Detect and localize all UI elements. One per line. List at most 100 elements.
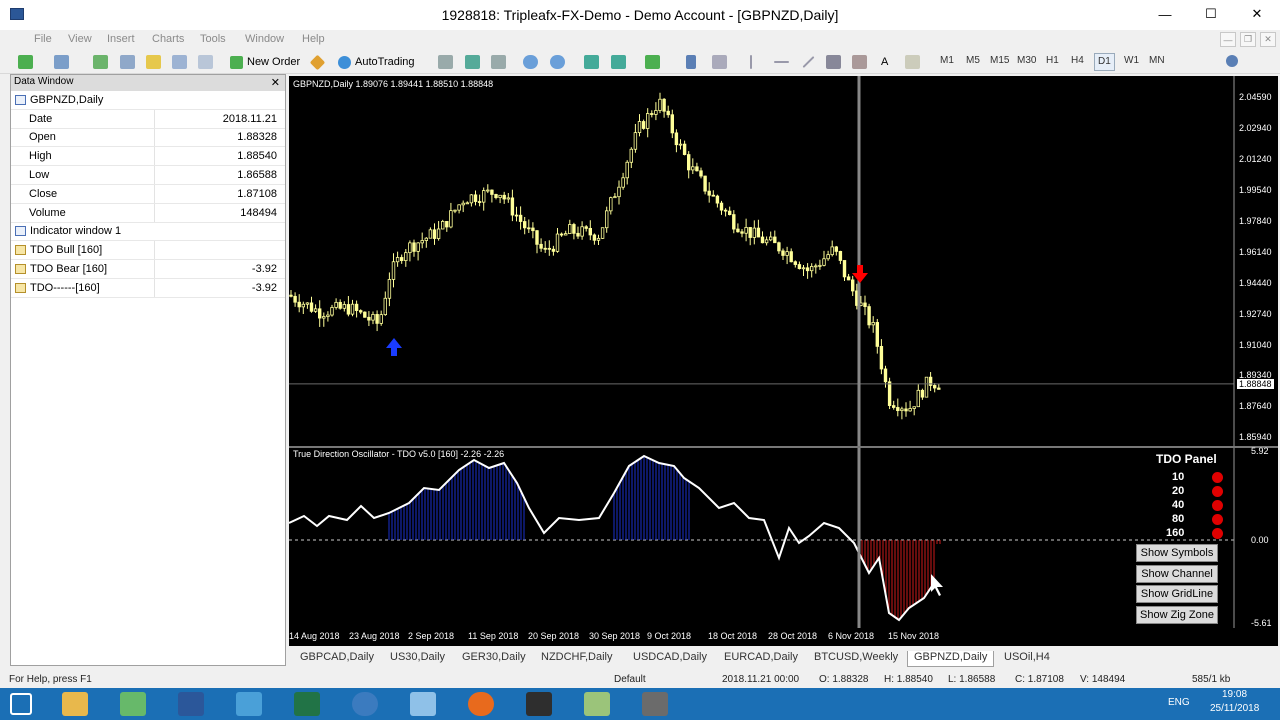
status-volume: V: 148494 [1080, 674, 1126, 685]
mdi-minimize-button[interactable]: — [1220, 32, 1236, 47]
excel-icon[interactable] [294, 692, 320, 716]
price-axis-label: 2.04590 [1239, 92, 1272, 102]
mdi-close-button[interactable]: ✕ [1260, 32, 1276, 47]
tf-m1-button[interactable]: M1 [940, 55, 954, 66]
candle-body [535, 230, 539, 245]
chart-tab[interactable]: EURCAD,Daily [724, 651, 798, 667]
line-chart-icon[interactable] [491, 55, 506, 69]
chart-tab[interactable]: USDCAD,Daily [633, 651, 707, 667]
bar-chart-icon[interactable] [438, 55, 453, 69]
price-chart[interactable]: GBPNZD,Daily 1.89076 1.89441 1.88510 1.8… [289, 76, 1278, 446]
windows-start-icon[interactable] [10, 693, 32, 715]
trendline-icon[interactable] [802, 55, 815, 69]
vertical-line-icon[interactable] [750, 55, 752, 69]
zoom-in-icon[interactable] [523, 55, 538, 69]
candle-body [494, 194, 498, 199]
autoscroll-icon[interactable] [611, 55, 626, 69]
tf-d1-button[interactable]: D1 [1094, 53, 1115, 71]
close-button[interactable]: ✕ [1234, 0, 1280, 28]
menu-help[interactable]: Help [302, 33, 325, 45]
tf-w1-button[interactable]: W1 [1124, 55, 1139, 66]
app-icon-pen[interactable] [120, 692, 146, 716]
profiles-icon[interactable] [54, 55, 69, 69]
minimize-button[interactable]: — [1142, 0, 1188, 28]
indicator-group-row[interactable]: Indicator window 1 [11, 223, 285, 242]
candle-chart-icon[interactable] [465, 55, 480, 69]
tf-mn-button[interactable]: MN [1149, 55, 1165, 66]
chart-shift-icon[interactable] [584, 55, 599, 69]
clock-date[interactable]: 25/11/2018 [1210, 703, 1259, 714]
new-chart-icon[interactable] [18, 55, 33, 69]
market-watch-icon[interactable] [93, 55, 108, 69]
menu-charts[interactable]: Charts [152, 33, 184, 45]
autotrading-button[interactable]: AutoTrading [338, 53, 415, 71]
tf-m30-button[interactable]: M30 [1017, 55, 1036, 66]
app-icon-terminal[interactable] [642, 692, 668, 716]
tf-h1-button[interactable]: H1 [1046, 55, 1059, 66]
candle-body [305, 302, 310, 305]
crosshair-icon[interactable] [712, 55, 727, 69]
candle-body [830, 246, 834, 256]
menu-file[interactable]: File [34, 33, 52, 45]
data-window-close-icon[interactable]: ✕ [271, 76, 280, 89]
text-icon[interactable]: A [881, 53, 888, 71]
tf-h4-button[interactable]: H4 [1071, 55, 1084, 66]
candle-body [867, 306, 871, 326]
new-order-button[interactable]: New Order [230, 53, 300, 71]
text-label-icon[interactable] [905, 55, 920, 69]
tf-m5-button[interactable]: M5 [966, 55, 980, 66]
calculator-icon[interactable] [410, 692, 436, 716]
indicators-icon[interactable] [645, 55, 660, 69]
menu-view[interactable]: View [68, 33, 92, 45]
file-explorer-icon[interactable] [62, 692, 88, 716]
horizontal-line-icon[interactable] [774, 61, 789, 63]
data-window-icon[interactable] [120, 55, 135, 69]
channel-icon[interactable] [826, 55, 841, 69]
tf-m15-button[interactable]: M15 [990, 55, 1009, 66]
metaeditor-icon[interactable] [309, 54, 326, 71]
chart-tab[interactable]: GER30,Daily [462, 651, 526, 667]
cursor-icon[interactable] [686, 55, 696, 69]
indicator-window-icon [15, 226, 26, 237]
symbol-group-row[interactable]: GBPNZD,Daily [11, 91, 285, 110]
candle-body [547, 247, 551, 250]
mdi-restore-button[interactable]: ❐ [1240, 32, 1256, 47]
candle-body [768, 236, 773, 241]
show-symbols-button[interactable]: Show Symbols [1136, 544, 1218, 562]
language-indicator[interactable]: ENG [1168, 697, 1190, 708]
firefox-icon[interactable] [468, 692, 494, 716]
app-icon-generic[interactable] [236, 692, 262, 716]
taskbar: ENG 19:08 25/11/2018 [0, 688, 1280, 720]
app-icon-money[interactable] [584, 692, 610, 716]
clock-time[interactable]: 19:08 [1222, 689, 1247, 700]
terminal-icon[interactable] [172, 55, 187, 69]
chart-tab[interactable]: GBPNZD,Daily [907, 651, 995, 667]
word-icon[interactable] [178, 692, 204, 716]
time-axis-label: 11 Sep 2018 [468, 631, 519, 641]
candle-body [391, 261, 396, 280]
show-zig-zone-button[interactable]: Show Zig Zone [1136, 606, 1218, 624]
tdo-oscillator[interactable]: True Direction Oscillator - TDO v5.0 [16… [288, 446, 1278, 646]
chart-tab[interactable]: GBPCAD,Daily [300, 651, 374, 667]
menu-window[interactable]: Window [245, 33, 284, 45]
price-chart-svg[interactable] [289, 76, 1278, 446]
metatrader-icon[interactable] [526, 692, 552, 716]
zoom-out-icon[interactable] [550, 55, 565, 69]
fibonacci-icon[interactable] [852, 55, 867, 69]
candle-body [416, 242, 420, 252]
menu-insert[interactable]: Insert [107, 33, 135, 45]
chart-tab[interactable]: USOil,H4 [1004, 651, 1050, 667]
globe-icon[interactable] [352, 692, 378, 716]
search-icon[interactable] [1226, 55, 1238, 67]
tester-icon[interactable] [198, 55, 213, 69]
tdo-oscillator-svg[interactable] [288, 448, 1278, 646]
menu-tools[interactable]: Tools [200, 33, 226, 45]
navigator-icon[interactable] [146, 55, 161, 69]
show-channel-button[interactable]: Show Channel [1136, 565, 1218, 583]
maximize-button[interactable]: ☐ [1188, 0, 1234, 28]
candle-body [350, 303, 355, 315]
chart-tab[interactable]: US30,Daily [390, 651, 445, 667]
chart-tab[interactable]: NZDCHF,Daily [541, 651, 613, 667]
chart-tab[interactable]: BTCUSD,Weekly [814, 651, 898, 667]
show-gridline-button[interactable]: Show GridLine [1136, 585, 1218, 603]
